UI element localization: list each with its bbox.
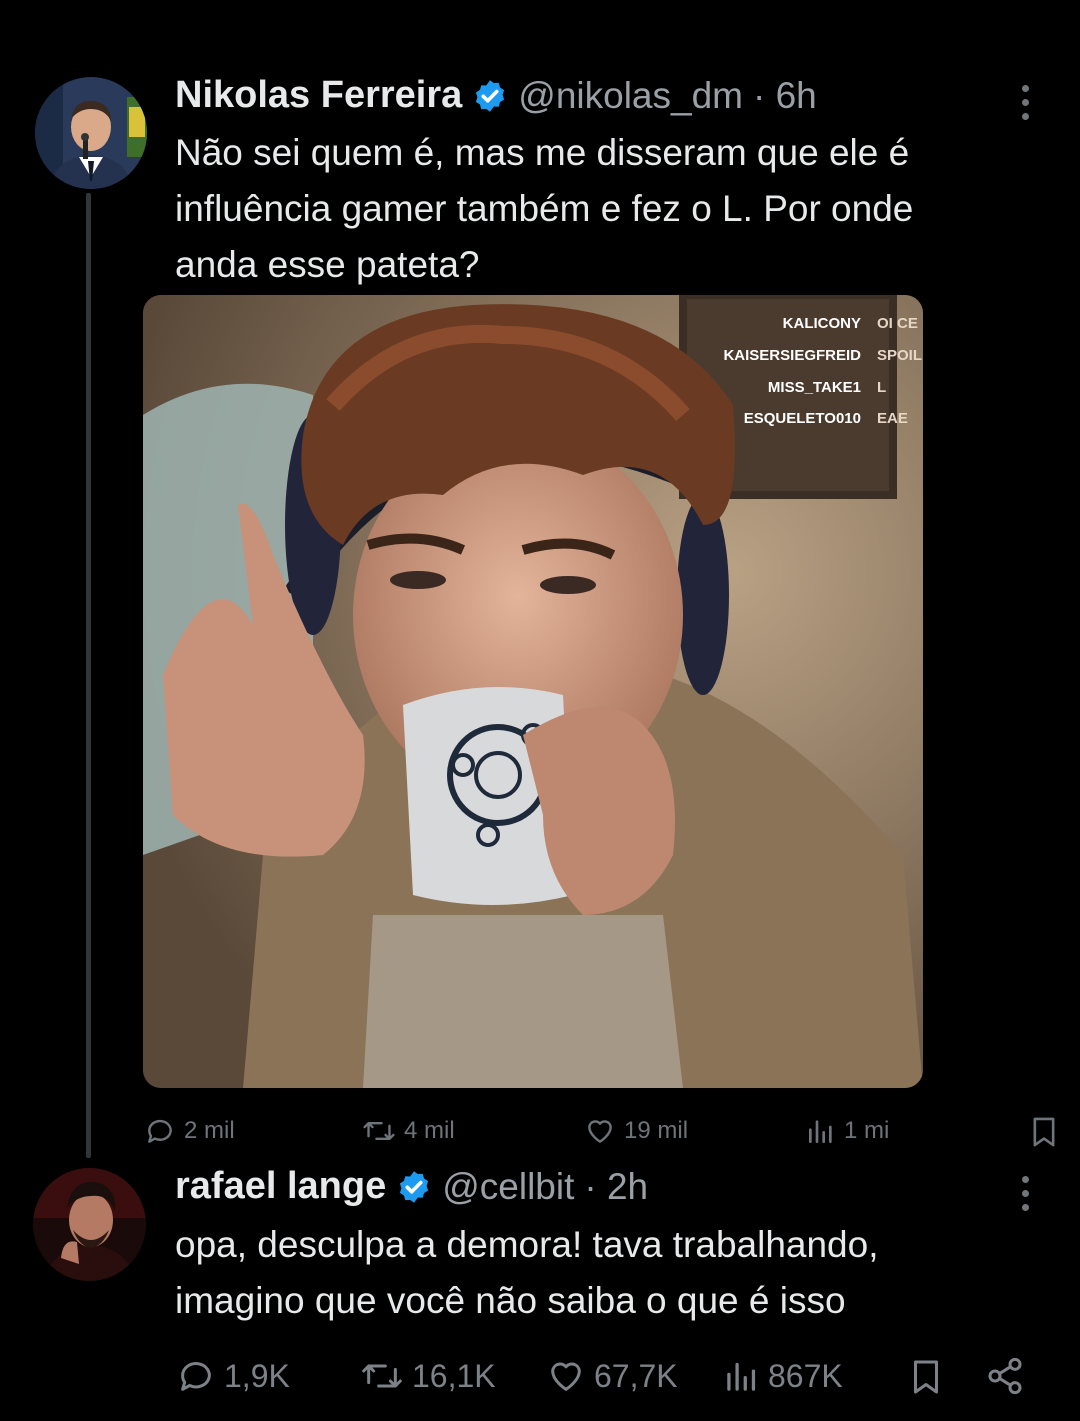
- repost-button[interactable]: 16,1K: [360, 1356, 496, 1396]
- tweet-text: Não sei quem é, mas me disseram que ele …: [175, 125, 913, 293]
- thread-line: [86, 193, 91, 1158]
- like-count: 19 mil: [624, 1117, 689, 1144]
- views-button[interactable]: 1 mi: [806, 1115, 889, 1147]
- chat-user: KAISERSIEGFREID: [723, 347, 861, 364]
- reply-icon: [148, 1119, 172, 1143]
- handle[interactable]: @nikolas_dm: [518, 75, 743, 117]
- avatar-nikolas[interactable]: [35, 77, 147, 189]
- display-name[interactable]: rafael lange: [175, 1165, 386, 1208]
- like-icon: [588, 1120, 612, 1143]
- tweet-text-line: Não sei quem é, mas me disseram que ele …: [175, 132, 910, 173]
- avatar-cellbit[interactable]: [33, 1168, 146, 1281]
- views-icon: [809, 1120, 832, 1143]
- like-count: 67,7K: [594, 1357, 678, 1394]
- tweet-text: opa, desculpa a demora! tava trabalhando…: [175, 1217, 879, 1329]
- tweet-text-line: imagino que você não saiba o que é isso: [175, 1280, 846, 1321]
- reply-count: 1,9K: [224, 1357, 290, 1394]
- more-icon[interactable]: [1019, 1176, 1031, 1211]
- like-button[interactable]: 67,7K: [546, 1356, 678, 1396]
- views-count: 1 mi: [844, 1117, 890, 1144]
- views-button[interactable]: 867K: [724, 1356, 843, 1396]
- like-button[interactable]: 19 mil: [584, 1115, 688, 1147]
- reply-button[interactable]: 2 mil: [144, 1115, 235, 1147]
- bookmark-button[interactable]: [1028, 1115, 1060, 1149]
- verified-badge-icon: [472, 78, 508, 114]
- more-icon[interactable]: [1019, 85, 1031, 120]
- timestamp[interactable]: · 2h: [584, 1166, 648, 1208]
- verified-badge-icon: [396, 1169, 432, 1205]
- tweet-text-line: opa, desculpa a demora! tava trabalhando…: [175, 1224, 879, 1265]
- display-name[interactable]: Nikolas Ferreira: [175, 74, 462, 117]
- timestamp[interactable]: · 6h: [753, 75, 817, 117]
- chat-msg: SPOIL: [877, 347, 922, 364]
- repost-count: 4 mil: [404, 1117, 455, 1144]
- tweet1-header: Nikolas Ferreira @nikolas_dm · 6h: [175, 74, 817, 117]
- share-icon: [988, 1357, 1022, 1395]
- chat-msg: L: [877, 379, 886, 396]
- chat-user: ESQUELETO010: [744, 410, 861, 427]
- repost-button[interactable]: 4 mil: [362, 1115, 455, 1147]
- repost-icon: [363, 1121, 395, 1141]
- chat-msg: EAE: [877, 410, 908, 427]
- tweet-text-line: influência gamer também e fez o L. Por o…: [175, 188, 914, 229]
- bookmark-icon: [914, 1360, 938, 1394]
- like-icon: [551, 1362, 581, 1391]
- reply-button[interactable]: 1,9K: [176, 1356, 290, 1396]
- bookmark-icon: [1033, 1117, 1055, 1147]
- reply-icon: [181, 1362, 211, 1391]
- tweet-media-image[interactable]: KALICONY OI CE KAISERSIEGFREID SPOIL MIS…: [143, 295, 923, 1088]
- reply-count: 2 mil: [184, 1117, 235, 1144]
- share-button[interactable]: [985, 1356, 1025, 1396]
- bookmark-button[interactable]: [908, 1356, 944, 1398]
- chat-user: KALICONY: [783, 315, 861, 332]
- chat-msg: OI CE: [877, 315, 918, 332]
- handle[interactable]: @cellbit: [442, 1166, 574, 1208]
- chat-user: MISS_TAKE1: [768, 379, 861, 396]
- tweet2-header: rafael lange @cellbit · 2h: [175, 1165, 648, 1208]
- tweet-text-line: anda esse pateta?: [175, 244, 480, 285]
- views-icon: [727, 1362, 756, 1391]
- repost-count: 16,1K: [412, 1357, 496, 1394]
- views-count: 867K: [768, 1357, 843, 1394]
- repost-icon: [362, 1364, 402, 1388]
